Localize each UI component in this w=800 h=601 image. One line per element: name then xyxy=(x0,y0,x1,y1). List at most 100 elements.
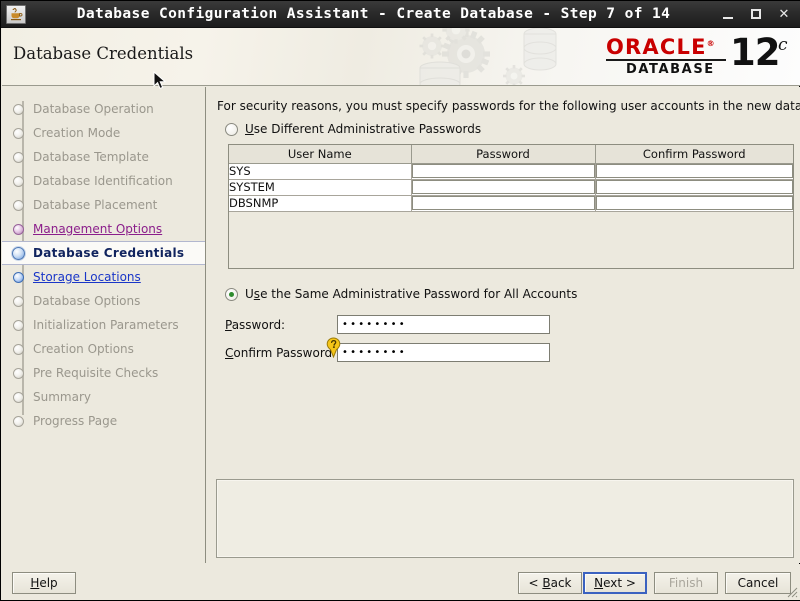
sidebar-item-label: Database Template xyxy=(33,150,149,164)
step-dot-icon xyxy=(13,368,24,379)
sidebar-item-database-identification[interactable]: Database Identification xyxy=(2,169,205,193)
sidebar-item-label: Progress Page xyxy=(33,414,117,428)
resize-grip-icon[interactable] xyxy=(786,586,798,598)
step-dot-icon xyxy=(13,224,24,235)
radio-use-same-password[interactable]: Use the Same Administrative Password for… xyxy=(225,287,577,301)
password-label: Password: xyxy=(225,318,337,332)
sidebar-item-progress-page[interactable]: Progress Page xyxy=(2,409,205,433)
dbca-window: Database Configuration Assistant - Creat… xyxy=(0,0,800,601)
sidebar-item-label: Database Placement xyxy=(33,198,157,212)
credentials-table-panel: User Name Password Confirm Password SYS … xyxy=(228,144,794,269)
table-row: SYS xyxy=(229,163,793,179)
cell-confirm-password[interactable] xyxy=(595,163,793,179)
sidebar-item-label: Database Options xyxy=(33,294,140,308)
step-dot-icon xyxy=(13,128,24,139)
wizard-step-list: Database Operation Creation Mode Databas… xyxy=(2,87,205,433)
registered-mark: ® xyxy=(707,39,716,48)
sidebar-item-label: Creation Mode xyxy=(33,126,120,140)
radio-button-icon[interactable] xyxy=(225,288,238,301)
oracle-logo: ORACLE® DATABASE 12 c xyxy=(606,33,792,83)
sidebar-item-label: Database Identification xyxy=(33,174,173,188)
main-content: For security reasons, you must specify p… xyxy=(207,87,800,563)
java-coffee-cup-icon xyxy=(6,5,26,24)
radio-label: Use Different Administrative Passwords xyxy=(245,122,481,136)
gears-database-graphic xyxy=(404,28,604,86)
step-dot-icon xyxy=(12,247,25,260)
cell-password[interactable] xyxy=(411,179,595,195)
confirm-password-label: Confirm Password xyxy=(225,346,337,360)
window-controls: ✕ xyxy=(721,7,791,21)
password-input-system[interactable] xyxy=(412,180,595,194)
confirm-password-field-row: Confirm Password •••••••• xyxy=(225,343,550,362)
close-icon[interactable]: ✕ xyxy=(777,7,791,21)
sidebar-item-creation-options[interactable]: Creation Options xyxy=(2,337,205,361)
sidebar-item-database-options[interactable]: Database Options xyxy=(2,289,205,313)
back-button[interactable]: < Back xyxy=(518,572,582,594)
password-input-dbsnmp[interactable] xyxy=(412,196,595,210)
cell-user-name: SYSTEM xyxy=(229,179,411,195)
step-dot-icon xyxy=(13,152,24,163)
version-suffix: c xyxy=(778,35,788,55)
column-header-confirm-password: Confirm Password xyxy=(595,145,793,163)
sidebar-item-creation-mode[interactable]: Creation Mode xyxy=(2,121,205,145)
sidebar-item-label: Pre Requisite Checks xyxy=(33,366,158,380)
step-dot-icon xyxy=(13,104,24,115)
wizard-button-bar: Help < Back Next > Finish Cancel xyxy=(2,564,800,600)
minimize-icon[interactable] xyxy=(721,7,735,21)
version-number: 12 xyxy=(730,31,780,74)
sidebar-item-database-credentials[interactable]: Database Credentials xyxy=(2,241,205,265)
password-input-sys[interactable] xyxy=(412,164,595,178)
confirm-password-input-sys[interactable] xyxy=(596,164,794,178)
step-dot-icon xyxy=(13,200,24,211)
step-dot-icon xyxy=(13,344,24,355)
sidebar-item-database-placement[interactable]: Database Placement xyxy=(2,193,205,217)
password-input[interactable]: •••••••• xyxy=(337,315,550,334)
credentials-table: User Name Password Confirm Password SYS … xyxy=(229,145,793,212)
sidebar-item-label: Database Operation xyxy=(33,102,154,116)
sidebar-item-label: Initialization Parameters xyxy=(33,318,179,332)
sidebar-item-pre-requisite-checks[interactable]: Pre Requisite Checks xyxy=(2,361,205,385)
cell-password[interactable] xyxy=(411,195,595,211)
wizard-step-sidebar: Database Operation Creation Mode Databas… xyxy=(2,87,206,563)
sidebar-item-label: Creation Options xyxy=(33,342,134,356)
sidebar-item-database-operation[interactable]: Database Operation xyxy=(2,97,205,121)
column-header-password: Password xyxy=(411,145,595,163)
sidebar-item-management-options[interactable]: Management Options xyxy=(2,217,205,241)
cancel-button[interactable]: Cancel xyxy=(725,572,791,594)
maximize-icon[interactable] xyxy=(749,7,763,21)
radio-label: Use the Same Administrative Password for… xyxy=(245,287,577,301)
finish-button: Finish xyxy=(654,572,718,594)
help-balloon-question-icon xyxy=(325,337,342,358)
step-dot-icon xyxy=(13,416,24,427)
sidebar-item-database-template[interactable]: Database Template xyxy=(2,145,205,169)
sidebar-item-initialization-parameters[interactable]: Initialization Parameters xyxy=(2,313,205,337)
cell-password[interactable] xyxy=(411,163,595,179)
sidebar-item-summary[interactable]: Summary xyxy=(2,385,205,409)
cell-confirm-password[interactable] xyxy=(595,179,793,195)
message-panel xyxy=(216,479,794,558)
cell-confirm-password[interactable] xyxy=(595,195,793,211)
table-header-row: User Name Password Confirm Password xyxy=(229,145,793,163)
step-dot-icon xyxy=(13,176,24,187)
mouse-cursor-icon xyxy=(153,71,167,91)
oracle-product-label: DATABASE xyxy=(626,62,715,77)
confirm-password-input-system[interactable] xyxy=(596,180,794,194)
next-button[interactable]: Next > xyxy=(583,572,647,594)
radio-button-icon[interactable] xyxy=(225,123,238,136)
sidebar-item-label: Management Options xyxy=(33,222,162,236)
help-button[interactable]: Help xyxy=(12,572,76,594)
cell-user-name: DBSNMP xyxy=(229,195,411,211)
page-banner: Database Credentials xyxy=(2,28,800,86)
cell-user-name: SYS xyxy=(229,163,411,179)
column-header-user-name: User Name xyxy=(229,145,411,163)
sidebar-item-label: Storage Locations xyxy=(33,270,141,284)
radio-use-different-passwords[interactable]: Use Different Administrative Passwords xyxy=(225,122,481,136)
sidebar-item-storage-locations[interactable]: Storage Locations xyxy=(2,265,205,289)
window-title: Database Configuration Assistant - Creat… xyxy=(26,6,721,22)
confirm-password-input[interactable]: •••••••• xyxy=(337,343,550,362)
step-dot-icon xyxy=(13,392,24,403)
table-row: SYSTEM xyxy=(229,179,793,195)
sidebar-item-label: Summary xyxy=(33,390,91,404)
confirm-password-input-dbsnmp[interactable] xyxy=(596,196,794,210)
instructions-text: For security reasons, you must specify p… xyxy=(217,99,800,113)
